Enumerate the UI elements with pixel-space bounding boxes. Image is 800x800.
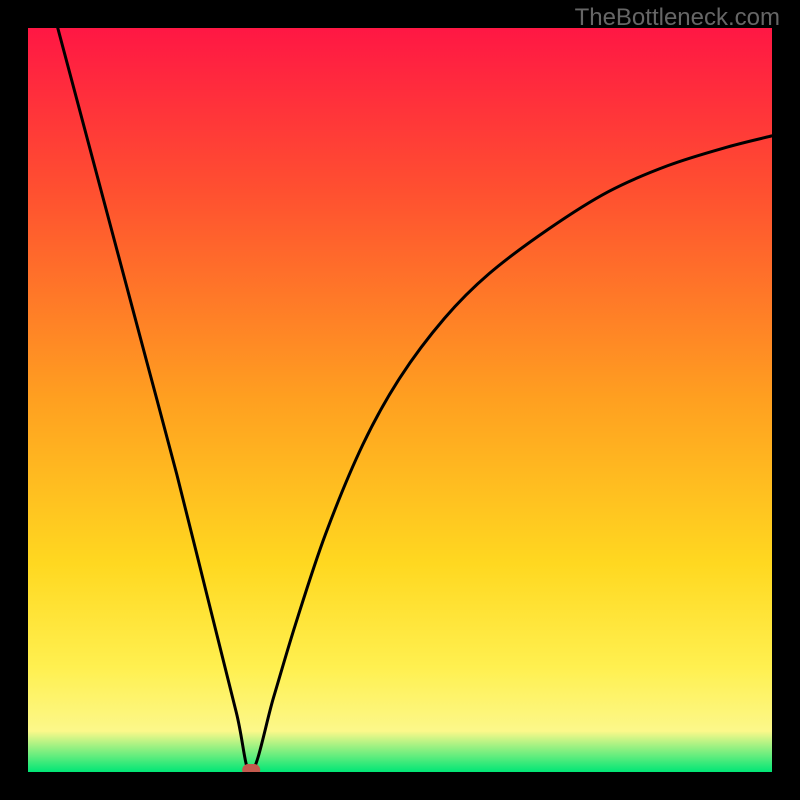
gradient-background xyxy=(28,28,772,772)
plot-area xyxy=(28,28,772,772)
chart-frame: TheBottleneck.com xyxy=(0,0,800,800)
minimum-marker xyxy=(242,764,260,772)
plot-svg xyxy=(28,28,772,772)
